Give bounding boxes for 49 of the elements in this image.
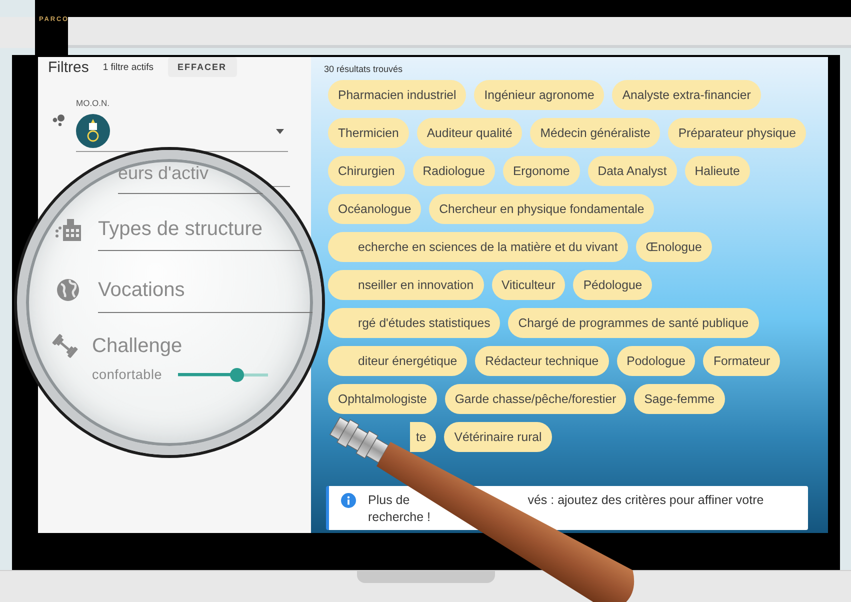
- lamp-avatar-icon: [76, 114, 110, 148]
- dropdown-caret-icon: [276, 128, 284, 134]
- globe-icon: [55, 278, 81, 302]
- job-tag[interactable]: Préparateur physique: [668, 118, 806, 148]
- job-tag[interactable]: Thermicien: [328, 118, 409, 148]
- job-tag[interactable]: Ingénieur agronome: [474, 80, 604, 110]
- job-tag[interactable]: Pharmacien industriel: [328, 80, 466, 110]
- job-tag[interactable]: Garde chasse/pêche/forestier: [444, 384, 626, 414]
- job-tag[interactable]: diteur énergétique: [328, 346, 468, 376]
- select-field[interactable]: MO.O.N.: [76, 93, 288, 148]
- notice-text: vés : ajoutez des critères pour affiner votre: [528, 493, 764, 507]
- job-tag[interactable]: Chargé de programmes de santé publique: [508, 308, 759, 338]
- field-label: MO.O.N.: [76, 98, 110, 108]
- job-tag[interactable]: Ergonome: [502, 156, 580, 186]
- active-filter-count: 1 filtre actifs: [102, 62, 154, 72]
- job-tag[interactable]: rgé d'études statistiques: [328, 308, 500, 338]
- job-tag[interactable]: Formateur: [703, 346, 780, 376]
- results-count: 30 résultats trouvés: [324, 64, 404, 74]
- job-tag[interactable]: Chirurgien: [328, 156, 405, 186]
- job-tag[interactable]: Médecin généraliste: [530, 118, 660, 148]
- job-tag[interactable]: Viticulteur: [492, 270, 566, 300]
- job-tag[interactable]: Ophtalmologiste: [328, 384, 437, 414]
- job-tag[interactable]: nseiller en innovation: [328, 270, 484, 300]
- filter-label: Challenge: [92, 334, 182, 358]
- clear-button[interactable]: EFFACER: [168, 57, 237, 77]
- building-icon: [55, 218, 81, 240]
- job-tag[interactable]: Chercheur en physique fondamentale: [429, 194, 654, 224]
- slider-value-label: confortable: [92, 367, 162, 382]
- job-tag[interactable]: Vétérinaire rural: [444, 422, 552, 452]
- bubbles-icon: [52, 113, 66, 127]
- dumbbell-icon: [52, 333, 78, 359]
- filters-title: Filtres: [48, 58, 89, 76]
- job-tag[interactable]: Data Analyst: [588, 156, 677, 186]
- notice-text: Plus de: [368, 493, 410, 507]
- job-tag[interactable]: Analyste extra-financier: [612, 80, 761, 110]
- filter-label: eurs d'activ: [118, 163, 208, 183]
- job-tag[interactable]: Rédacteur technique: [475, 346, 609, 376]
- job-tag[interactable]: Halieute: [684, 156, 750, 186]
- job-tag[interactable]: Podologue: [616, 346, 696, 376]
- job-tag[interactable]: echerche en sciences de la matière et du vivant: [328, 232, 628, 262]
- notice-text: recherche !: [368, 510, 432, 524]
- job-tag[interactable]: Radiologue: [412, 156, 495, 186]
- job-tag[interactable]: Pédologue: [573, 270, 652, 300]
- job-tag[interactable]: Œnologue: [636, 232, 712, 262]
- job-tag[interactable]: te: [410, 422, 436, 452]
- job-tag[interactable]: Océanologue: [328, 194, 422, 224]
- job-tag[interactable]: Auditeur qualité: [416, 118, 522, 148]
- info-icon: [341, 493, 356, 508]
- job-tag[interactable]: Sage-femme: [634, 384, 725, 414]
